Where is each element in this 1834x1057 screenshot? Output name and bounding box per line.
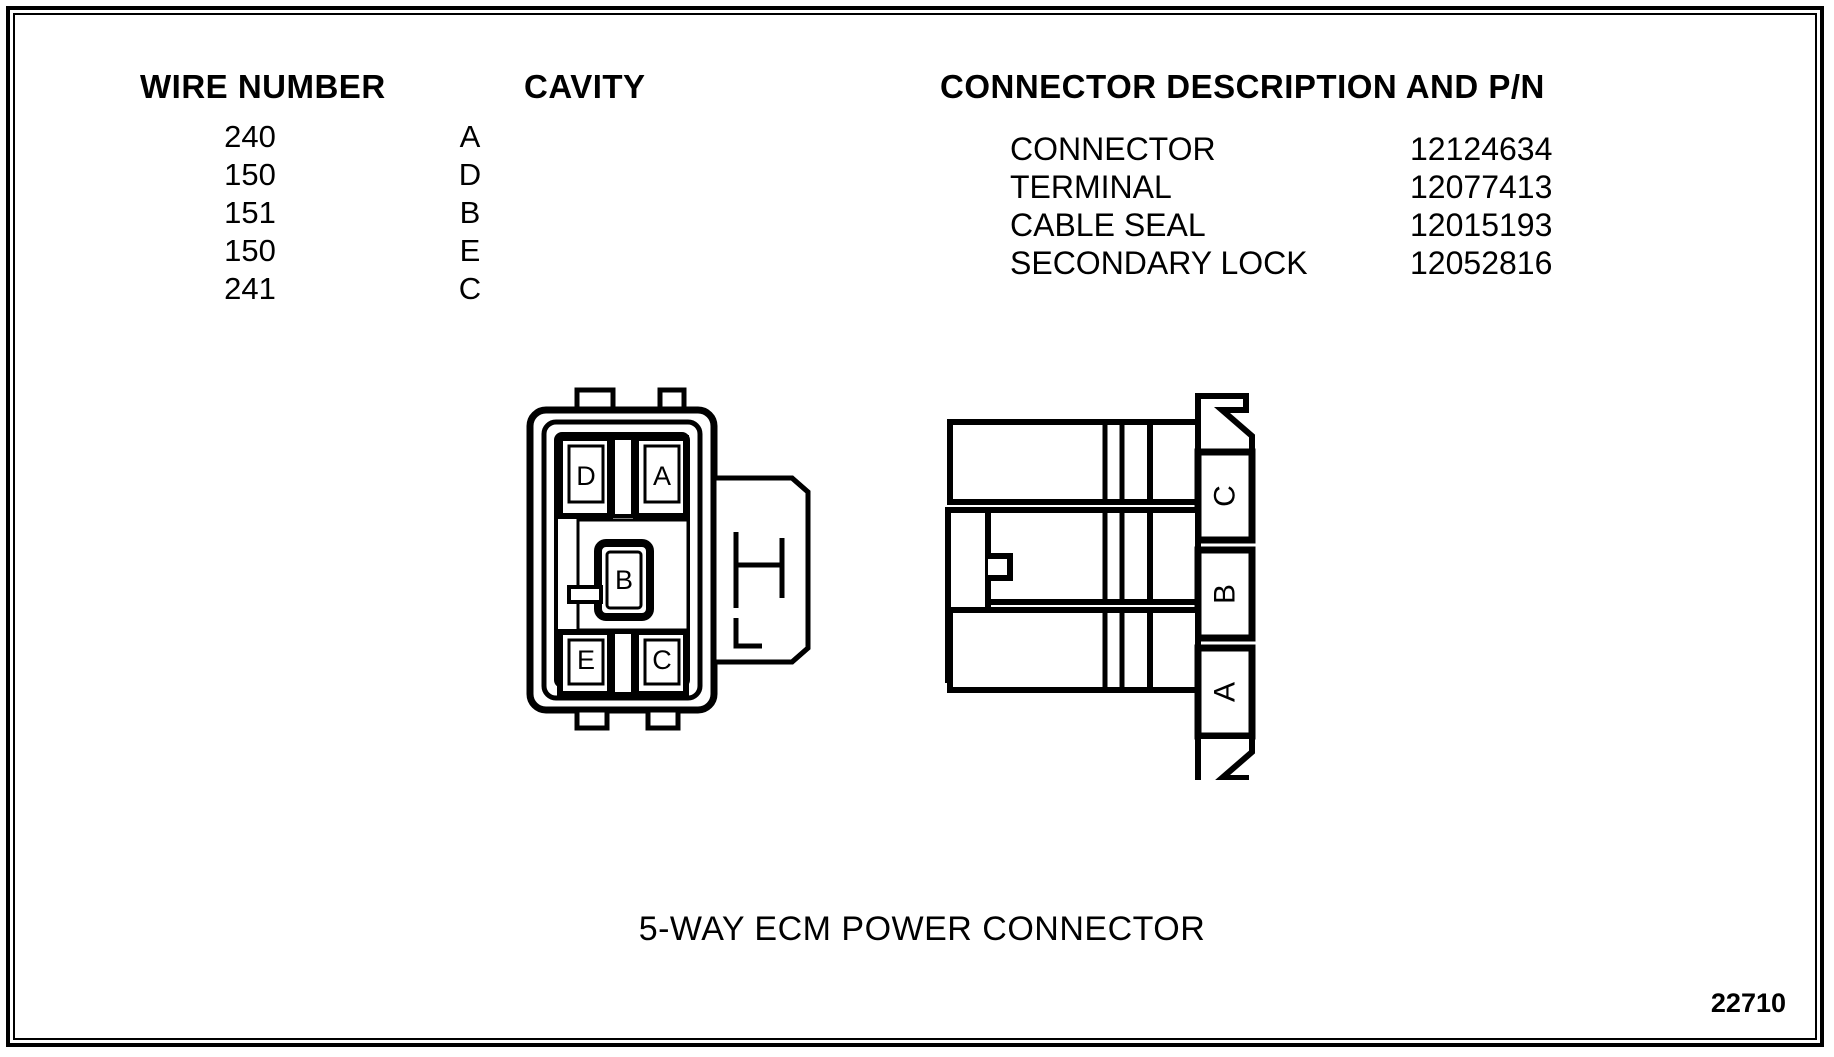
connector-figure: D A B E C C B A [526, 387, 1256, 780]
part-number: 12015193 [1410, 207, 1553, 243]
cavity-cell: E [459, 233, 481, 268]
part-number: 12052816 [1410, 245, 1553, 281]
figure-caption: 5-WAY ECM POWER CONNECTOR [0, 910, 1834, 949]
bottom-tab-left [574, 707, 610, 731]
wire-number-cell: 151 [224, 195, 276, 230]
side-seal-C [1147, 419, 1201, 505]
side-seal-A [1147, 607, 1201, 693]
connector-part-number-table: CONNECTOR 12124634 TERMINAL 12077413 CAB… [1010, 130, 1630, 282]
wire-number-header: WIRE NUMBER [140, 68, 386, 105]
table-row: 240 A [140, 118, 580, 156]
cavity-label-A: A [653, 461, 671, 491]
table-row: 150 D [140, 156, 580, 194]
table-row: SECONDARY LOCK 12052816 [1010, 244, 1630, 282]
wire-cavity-table: 240 A 150 D 151 B 150 E 241 C [140, 118, 580, 308]
secondary-lock-tab [1195, 393, 1255, 455]
table-row: CABLE SEAL 12015193 [1010, 206, 1630, 244]
cavity-D: D [557, 435, 613, 519]
cavity-cell: A [459, 119, 481, 154]
cavity-divider-rib-lower [611, 630, 635, 696]
component-label: SECONDARY LOCK [1010, 245, 1308, 281]
part-number: 12124634 [1410, 131, 1553, 167]
table-row: 151 B [140, 194, 580, 232]
cavity-cell: B [459, 195, 481, 230]
figure-id: 22710 [1710, 988, 1786, 1018]
connector-description-header: CONNECTOR DESCRIPTION AND P/N [940, 68, 1545, 105]
table-row: TERMINAL 12077413 [1010, 168, 1630, 206]
front-view-side-profile [711, 475, 811, 665]
figure-caption-text: 5-WAY ECM POWER CONNECTOR [638, 910, 1206, 948]
side-cavity-label-A: A [1209, 682, 1242, 702]
cavity-A: A [633, 435, 689, 519]
side-seal-B [1147, 507, 1201, 605]
wire-number-cell: 240 [224, 119, 276, 154]
side-cavity-label-B: B [1209, 584, 1242, 604]
table-row: 241 C [140, 270, 580, 308]
table-row: CONNECTOR 12124634 [1010, 130, 1630, 168]
cavity-divider-rib [611, 436, 635, 518]
cavity-label-C: C [652, 645, 672, 675]
cavity-C: C [633, 629, 689, 697]
front-view-connector: D A B E C [526, 387, 811, 731]
component-label: CONNECTOR [1010, 131, 1216, 167]
side-view-connector: C B A [945, 393, 1256, 780]
component-label: CABLE SEAL [1010, 207, 1206, 243]
table-row: 150 E [140, 232, 580, 270]
cavity-label-E: E [577, 645, 595, 675]
spine-notch [988, 553, 1013, 581]
cavity-label-B: B [615, 565, 633, 595]
part-number: 12077413 [1410, 169, 1553, 205]
cavity-label-D: D [576, 461, 596, 491]
secondary-lock-tab-bottom [1195, 733, 1255, 780]
wire-number-cell: 150 [224, 157, 276, 192]
side-cavity-label-C: C [1209, 485, 1242, 507]
wire-number-cell: 150 [224, 233, 276, 268]
cavity-cell: C [458, 271, 482, 306]
bottom-tab-right [645, 707, 681, 731]
diagram-page: WIRE NUMBER CAVITY CONNECTOR DESCRIPTION… [0, 0, 1834, 1057]
cavity-E: E [557, 629, 613, 697]
cavity-cell: D [458, 157, 482, 192]
key-tab [567, 585, 603, 604]
component-label: TERMINAL [1010, 169, 1172, 205]
cavity-header: CAVITY [524, 68, 646, 105]
wire-number-cell: 241 [224, 271, 276, 306]
cavity-B: B [594, 539, 654, 621]
